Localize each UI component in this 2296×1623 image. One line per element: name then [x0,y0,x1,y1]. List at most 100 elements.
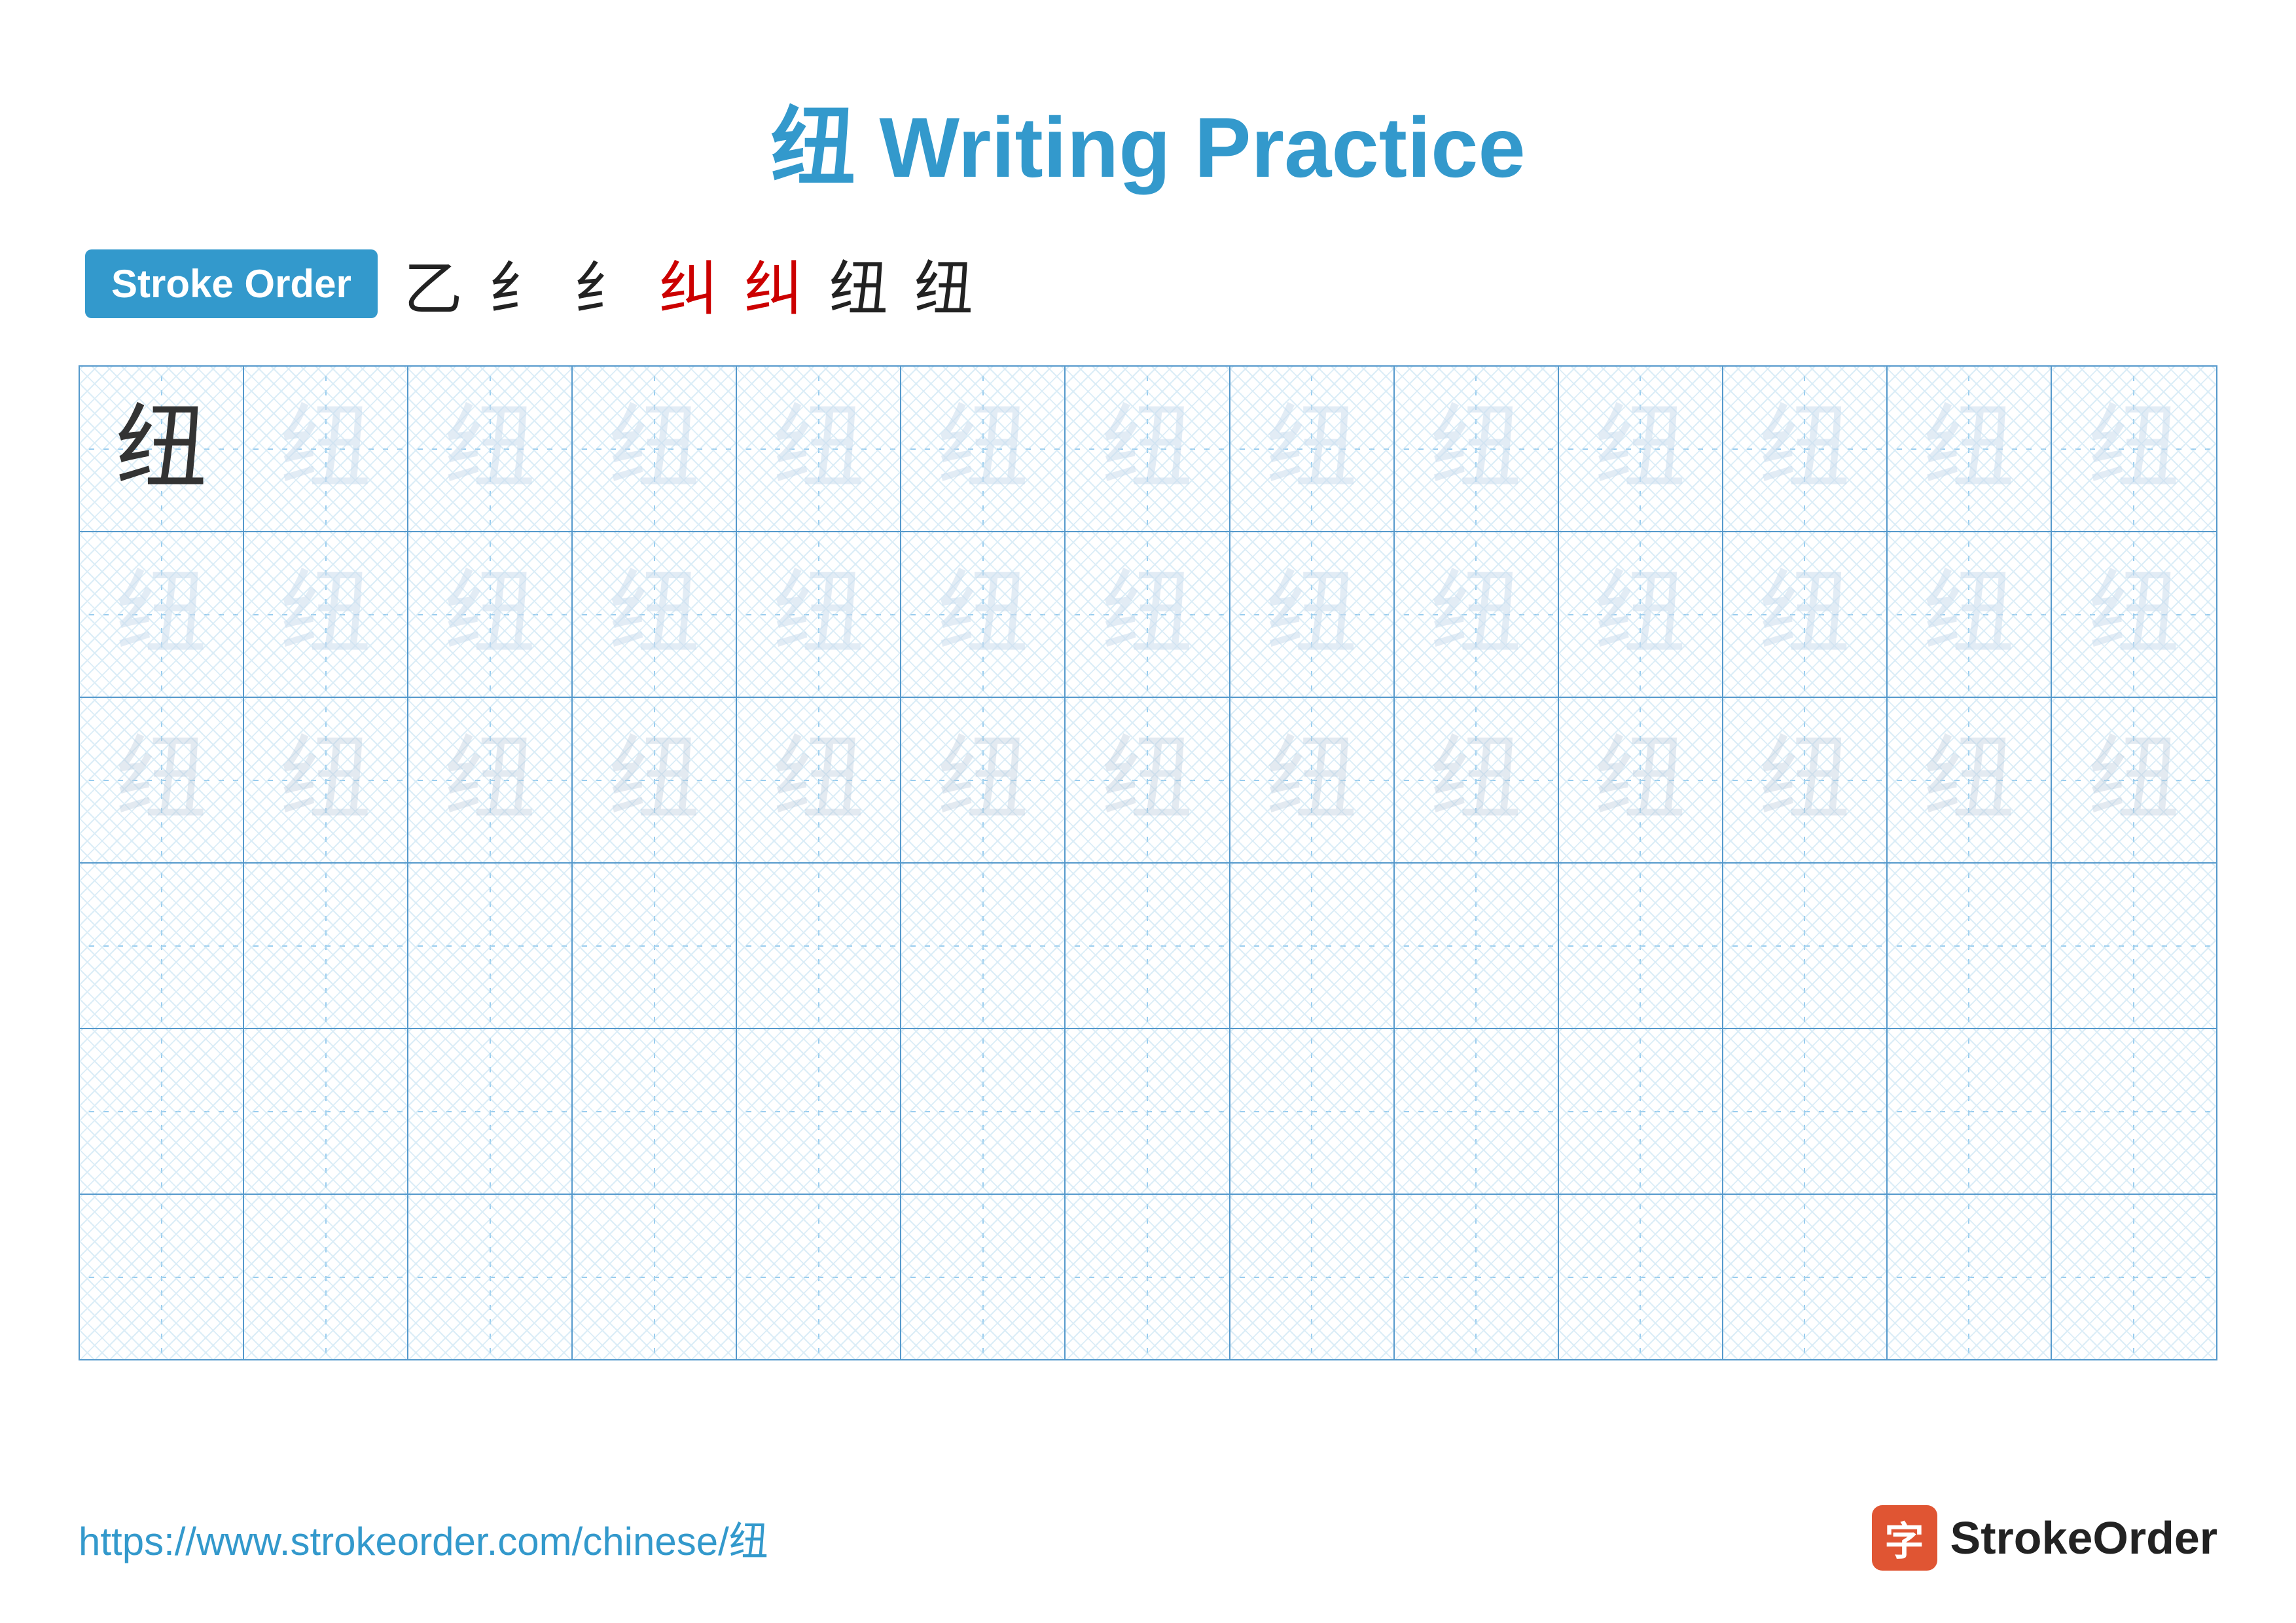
grid-cell: 纽 [737,698,901,862]
grid-cell: 纽 [901,367,1066,531]
grid-cell[interactable] [1066,864,1230,1028]
grid-cell[interactable] [1559,1029,1723,1194]
grid-cell[interactable] [1395,864,1559,1028]
grid-cell[interactable] [737,1195,901,1359]
grid-cell[interactable] [1888,864,2052,1028]
grid-cell: 纽 [737,532,901,697]
grid-cell: 纽 [244,367,408,531]
stroke-7: 纽 [914,241,973,326]
grid-cell: 纽 [573,532,737,697]
grid-cell: 纽 [1066,367,1230,531]
grid-cell[interactable] [1230,1029,1395,1194]
grid-cell[interactable] [2052,1195,2216,1359]
grid-cell[interactable] [244,864,408,1028]
grid-cell: 纽 [1888,698,2052,862]
grid-cell[interactable] [2052,864,2216,1028]
grid-cell: 纽 [737,367,901,531]
grid-cell: 纽 [1559,532,1723,697]
grid-cell[interactable] [901,864,1066,1028]
stroke-1: 乙 [404,241,463,326]
stroke-order-badge: Stroke Order [85,249,378,318]
grid-cell[interactable] [1230,1195,1395,1359]
grid-cell: 纽 [408,698,573,862]
grid-cell: 纽 [1559,367,1723,531]
grid-row-4 [80,864,2216,1029]
stroke-order-section: Stroke Order 乙 纟 纟 纠 纠 纽 纽 [79,241,2217,326]
grid-cell: 纽 [1395,698,1559,862]
grid-cell: 纽 [901,698,1066,862]
grid-cell[interactable] [1395,1029,1559,1194]
grid-cell[interactable] [1230,864,1395,1028]
grid-cell: 纽 [1230,532,1395,697]
grid-cell[interactable] [1395,1195,1559,1359]
grid-cell: 纽 [1723,698,1888,862]
stroke-4: 纠 [659,241,718,326]
grid-cell[interactable] [901,1029,1066,1194]
grid-cell[interactable] [244,1029,408,1194]
grid-cell: 纽 [1395,532,1559,697]
grid-cell: 纽 [408,532,573,697]
practice-grid: 纽 纽 纽 纽 纽 纽 纽 纽 纽 纽 纽 纽 纽 纽 纽 纽 纽 纽 纽 纽 … [79,365,2217,1360]
grid-row-2: 纽 纽 纽 纽 纽 纽 纽 纽 纽 纽 纽 纽 纽 [80,532,2216,698]
grid-cell: 纽 [1559,698,1723,862]
grid-cell: 纽 [244,532,408,697]
footer-logo: 字 StrokeOrder [1872,1505,2217,1571]
grid-cell: 纽 [2052,367,2216,531]
grid-cell[interactable] [1723,1195,1888,1359]
stroke-5: 纠 [744,241,803,326]
logo-name: StrokeOrder [1950,1512,2217,1564]
grid-cell[interactable] [408,1195,573,1359]
grid-cell[interactable] [573,1029,737,1194]
grid-cell: 纽 [573,698,737,862]
grid-cell: 纽 [1230,698,1395,862]
footer-url[interactable]: https://www.strokeorder.com/chinese/纽 [79,1510,768,1567]
grid-cell: 纽 [408,367,573,531]
grid-cell[interactable] [1559,1195,1723,1359]
grid-cell: 纽 [1888,367,2052,531]
grid-row-3: 纽 纽 纽 纽 纽 纽 纽 纽 纽 纽 纽 纽 纽 [80,698,2216,864]
grid-cell[interactable] [737,864,901,1028]
grid-cell[interactable] [1066,1029,1230,1194]
grid-cell[interactable] [80,1195,244,1359]
title-character: 纽 [770,101,855,196]
grid-cell[interactable] [408,1029,573,1194]
grid-cell[interactable] [80,864,244,1028]
grid-cell: 纽 [1723,532,1888,697]
grid-cell: 纽 [80,698,244,862]
grid-cell[interactable] [1723,1029,1888,1194]
grid-cell: 纽 [80,532,244,697]
title-section: 纽 Writing Practice [79,79,2217,202]
stroke-2: 纟 [489,241,548,326]
grid-cell: 纽 [80,367,244,531]
grid-cell[interactable] [1559,864,1723,1028]
grid-cell: 纽 [1230,367,1395,531]
grid-cell[interactable] [408,864,573,1028]
grid-cell: 纽 [1723,367,1888,531]
footer: https://www.strokeorder.com/chinese/纽 字 … [79,1505,2217,1571]
grid-cell[interactable] [573,864,737,1028]
stroke-3: 纟 [574,241,633,326]
grid-cell: 纽 [573,367,737,531]
grid-cell: 纽 [2052,532,2216,697]
grid-cell[interactable] [1066,1195,1230,1359]
grid-row-5 [80,1029,2216,1195]
grid-row-1: 纽 纽 纽 纽 纽 纽 纽 纽 纽 纽 纽 纽 纽 [80,367,2216,532]
grid-cell[interactable] [573,1195,737,1359]
grid-cell: 纽 [244,698,408,862]
grid-cell[interactable] [737,1029,901,1194]
grid-cell[interactable] [901,1195,1066,1359]
grid-cell[interactable] [1888,1029,2052,1194]
grid-cell: 纽 [1395,367,1559,531]
logo-icon: 字 [1872,1505,1937,1571]
grid-cell: 纽 [1066,698,1230,862]
grid-cell[interactable] [80,1029,244,1194]
grid-cell: 纽 [1066,532,1230,697]
grid-cell[interactable] [244,1195,408,1359]
page-title: 纽 Writing Practice [770,100,1525,195]
stroke-chars: 乙 纟 纟 纠 纠 纽 纽 [404,241,973,326]
grid-cell[interactable] [1888,1195,2052,1359]
grid-cell[interactable] [1723,864,1888,1028]
grid-cell: 纽 [1888,532,2052,697]
stroke-6: 纽 [829,241,888,326]
grid-cell[interactable] [2052,1029,2216,1194]
